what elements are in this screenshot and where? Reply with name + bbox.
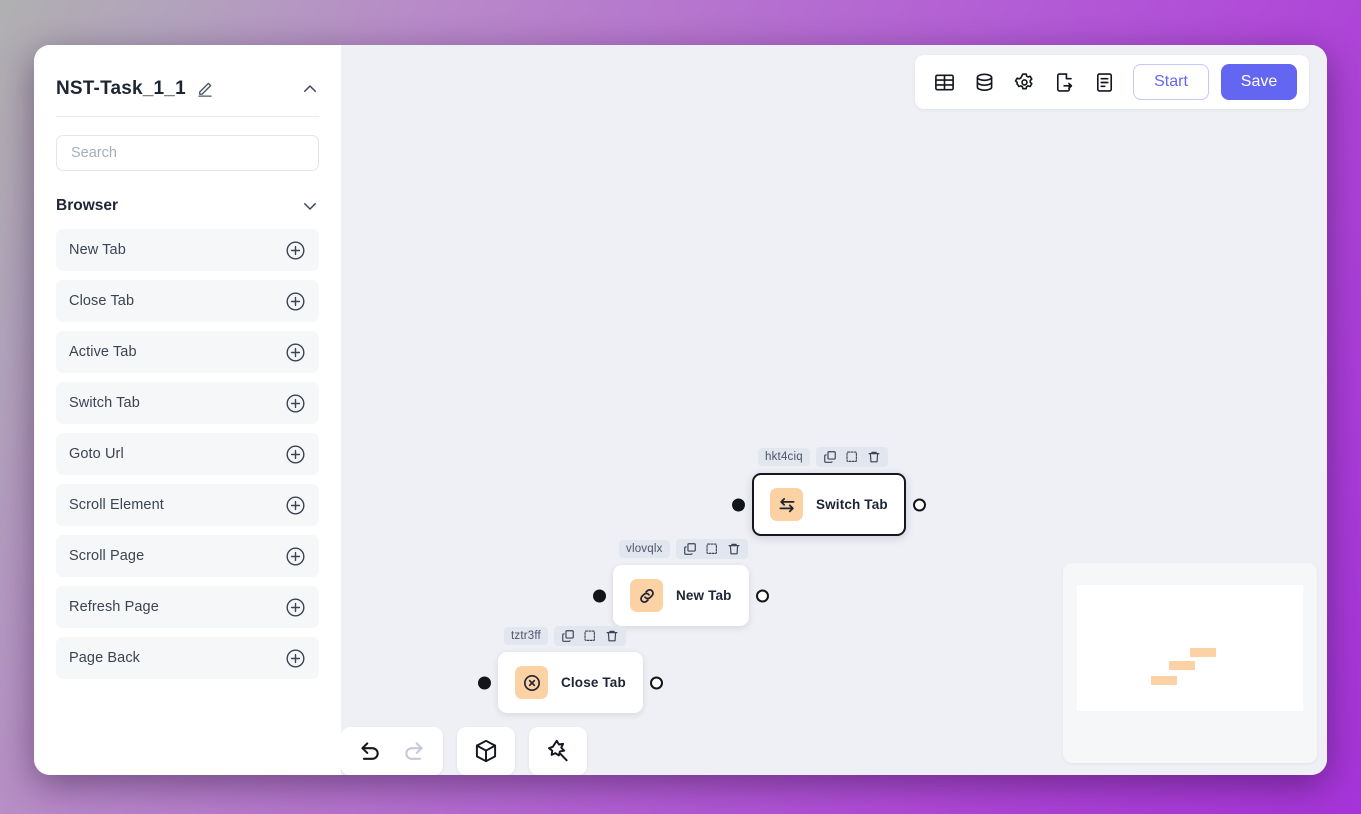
sidebar-item-scroll-element[interactable]: Scroll Element <box>56 484 319 526</box>
sidebar-item-label: Scroll Page <box>69 548 145 564</box>
sidebar-item-label: Active Tab <box>69 344 137 360</box>
sidebar-item-switch-tab[interactable]: Switch Tab <box>56 382 319 424</box>
minimap-node <box>1190 648 1216 657</box>
workflow-canvas[interactable]: Start Save hkt4ciq Switch Tab vlovqlx Ne… <box>341 45 1327 775</box>
plus-circle-icon[interactable] <box>285 240 306 261</box>
gear-icon[interactable] <box>1007 65 1041 99</box>
minimap-node <box>1169 661 1195 670</box>
node-label: Close Tab <box>561 675 626 690</box>
package-box-icon[interactable] <box>467 732 505 770</box>
app-window: NST-Task_1_1 Browser <box>34 45 1327 775</box>
sidebar-item-label: Switch Tab <box>69 395 140 411</box>
node-chrome: hkt4ciq <box>758 446 888 468</box>
node-chrome: tztr3ff <box>504 625 626 647</box>
node-actions <box>675 539 748 559</box>
sidebar-item-new-tab[interactable]: New Tab <box>56 229 319 271</box>
sidebar-item-scroll-page[interactable]: Scroll Page <box>56 535 319 577</box>
page-title: NST-Task_1_1 <box>56 78 186 99</box>
plus-circle-icon[interactable] <box>285 597 306 618</box>
save-button[interactable]: Save <box>1221 64 1297 100</box>
minimap[interactable] <box>1063 563 1317 763</box>
sidebar-item-active-tab[interactable]: Active Tab <box>56 331 319 373</box>
search-input[interactable] <box>56 135 319 171</box>
sidebar-item-label: New Tab <box>69 242 126 258</box>
sidebar-item-label: Goto Url <box>69 446 124 462</box>
workflow-node-new-tab[interactable]: vlovqlx New Tab <box>593 539 769 626</box>
sidebar-item-refresh-page[interactable]: Refresh Page <box>56 586 319 628</box>
table-grid-icon[interactable] <box>927 65 961 99</box>
trash-icon[interactable] <box>867 450 881 464</box>
minimap-viewport <box>1077 585 1303 711</box>
copy-select-icon[interactable] <box>705 542 719 556</box>
copy-select-icon[interactable] <box>845 450 859 464</box>
start-button[interactable]: Start <box>1133 64 1209 100</box>
sidebar-item-label: Refresh Page <box>69 599 159 615</box>
node-output-handle[interactable] <box>912 498 926 511</box>
pencil-icon[interactable] <box>196 80 214 98</box>
node-chrome: vlovqlx <box>619 538 748 560</box>
plus-circle-icon[interactable] <box>285 495 306 516</box>
chevron-down-icon[interactable] <box>301 197 319 215</box>
copy-select-icon[interactable] <box>583 629 597 643</box>
node-card[interactable]: New Tab <box>613 565 749 626</box>
duplicate-icon[interactable] <box>561 629 575 643</box>
node-label: Switch Tab <box>816 497 888 512</box>
sidebar-group-label: Browser <box>56 197 119 214</box>
plus-circle-icon[interactable] <box>285 546 306 567</box>
magic-wand-icon[interactable] <box>539 732 577 770</box>
link-chain-icon <box>630 579 663 612</box>
plus-circle-icon[interactable] <box>285 342 306 363</box>
database-icon[interactable] <box>967 65 1001 99</box>
sidebar-action-list: New Tab Close Tab Active Tab Switch Tab <box>56 229 319 679</box>
plus-circle-icon[interactable] <box>285 444 306 465</box>
node-id-label: tztr3ff <box>504 627 548 645</box>
trash-icon[interactable] <box>727 542 741 556</box>
canvas-bottom-toolbar <box>341 727 587 775</box>
node-id-label: hkt4ciq <box>758 448 810 466</box>
history-controls <box>341 727 443 775</box>
sidebar: NST-Task_1_1 Browser <box>34 45 341 775</box>
sidebar-item-label: Scroll Element <box>69 497 164 513</box>
node-input-handle[interactable] <box>732 498 745 511</box>
file-export-icon[interactable] <box>1047 65 1081 99</box>
package-controls <box>457 727 515 775</box>
node-actions <box>553 626 626 646</box>
trash-icon[interactable] <box>605 629 619 643</box>
sidebar-item-close-tab[interactable]: Close Tab <box>56 280 319 322</box>
close-circle-icon <box>515 666 548 699</box>
node-input-handle[interactable] <box>478 676 491 689</box>
node-actions <box>815 447 888 467</box>
plus-circle-icon[interactable] <box>285 291 306 312</box>
canvas-toolbar: Start Save <box>915 55 1309 109</box>
swap-arrows-icon <box>770 488 803 521</box>
sidebar-item-label: Page Back <box>69 650 141 666</box>
node-card[interactable]: Close Tab <box>498 652 643 713</box>
sidebar-item-goto-url[interactable]: Goto Url <box>56 433 319 475</box>
workflow-node-close-tab[interactable]: tztr3ff Close Tab <box>478 626 663 713</box>
node-id-label: vlovqlx <box>619 540 670 558</box>
node-output-handle[interactable] <box>755 589 769 602</box>
node-label: New Tab <box>676 588 732 603</box>
workflow-node-switch-tab[interactable]: hkt4ciq Switch Tab <box>732 447 926 536</box>
plus-circle-icon[interactable] <box>285 393 306 414</box>
sidebar-item-page-back[interactable]: Page Back <box>56 637 319 679</box>
document-text-icon[interactable] <box>1087 65 1121 99</box>
chevron-up-icon[interactable] <box>301 80 319 98</box>
duplicate-icon[interactable] <box>683 542 697 556</box>
node-card[interactable]: Switch Tab <box>752 473 906 536</box>
undo-icon[interactable] <box>351 732 389 770</box>
minimap-node <box>1151 676 1177 685</box>
duplicate-icon[interactable] <box>823 450 837 464</box>
node-output-handle[interactable] <box>649 676 663 689</box>
plus-circle-icon[interactable] <box>285 648 306 669</box>
sidebar-group-browser[interactable]: Browser <box>56 197 319 215</box>
sidebar-divider <box>56 116 319 117</box>
node-input-handle[interactable] <box>593 589 606 602</box>
redo-icon[interactable] <box>395 732 433 770</box>
sidebar-header: NST-Task_1_1 <box>56 69 319 116</box>
magic-controls <box>529 727 587 775</box>
sidebar-item-label: Close Tab <box>69 293 135 309</box>
